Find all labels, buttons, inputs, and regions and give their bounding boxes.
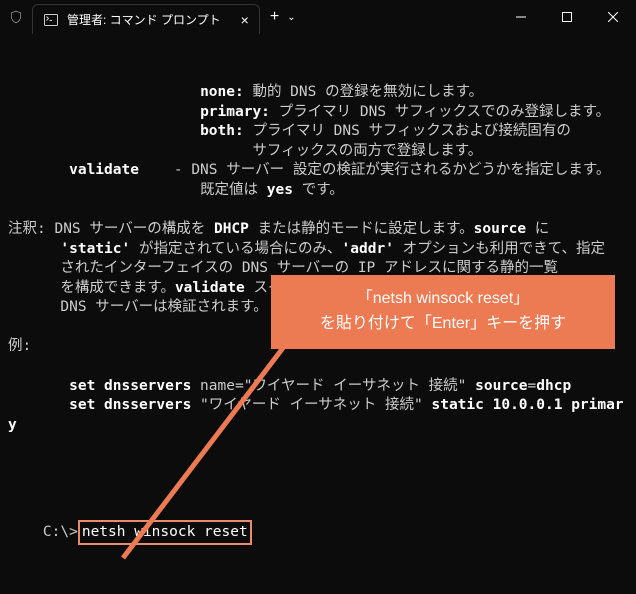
terminal-line: both: プライマリ DNS サフィックスおよび接続固有の (8, 122, 628, 142)
terminal-line: サフィックスの両方で登録します。 (8, 142, 628, 162)
terminal-line: set dnsservers name="ワイヤード イーサネット 接続" so… (8, 377, 628, 397)
minimize-button[interactable] (498, 0, 544, 34)
shield-icon (0, 1, 32, 33)
tab-title: 管理者: コマンド プロンプト (67, 11, 221, 28)
window-titlebar: 管理者: コマンド プロンプト × + ⌄ (0, 0, 636, 34)
terminal-line (8, 435, 628, 455)
maximize-button[interactable] (544, 0, 590, 34)
cmd-icon (43, 12, 59, 28)
prompt-line: C:\>netsh winsock reset (8, 500, 628, 565)
terminal-line: 既定値は yes です。 (8, 181, 628, 201)
new-tab-button[interactable]: + (270, 8, 279, 26)
terminal-line: set dnsservers "ワイヤード イーサネット 接続" static … (8, 396, 628, 435)
terminal-line: 'static' が指定されている場合にのみ、'addr' オプションも利用でき… (8, 240, 628, 260)
callout-line2: を貼り付けて「Enter」キーを押す (279, 312, 607, 337)
terminal-line (8, 201, 628, 221)
tab-dropdown-button[interactable]: ⌄ (287, 12, 295, 23)
terminal-line: validate - DNS サーバー 設定の検証が実行されるかどうかを指定しま… (8, 161, 628, 181)
tab-active[interactable]: 管理者: コマンド プロンプト × (32, 4, 260, 34)
terminal-line (8, 357, 628, 377)
close-button[interactable] (590, 0, 636, 34)
instruction-callout: 「netsh winsock reset」 を貼り付けて「Enter」キーを押す (271, 275, 615, 349)
prompt-prefix: C:\> (43, 524, 78, 540)
terminal-line: 注釈: DNS サーバーの構成を DHCP または静的モードに設定します。sou… (8, 220, 628, 240)
callout-line1: 「netsh winsock reset」 (279, 287, 607, 312)
terminal-line: none: 動的 DNS の登録を無効にします。 (8, 83, 628, 103)
terminal-line: primary: プライマリ DNS サフィックスでのみ登録します。 (8, 103, 628, 123)
typed-command[interactable]: netsh winsock reset (78, 520, 252, 546)
tab-close-button[interactable]: × (241, 12, 249, 28)
